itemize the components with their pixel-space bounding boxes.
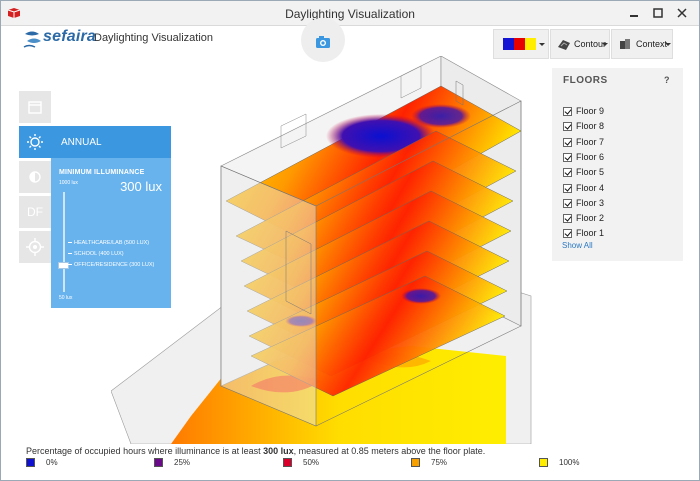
legend-label: 75%	[431, 458, 448, 467]
floor-label: Floor 7	[576, 136, 605, 147]
legend-swatch	[154, 458, 163, 467]
annual-label: ANNUAL	[61, 137, 102, 148]
legend-label: 50%	[303, 458, 320, 467]
target-icon	[26, 238, 44, 256]
preset-school[interactable]: SCHOOL (400 LUX)	[68, 251, 124, 257]
maximize-button[interactable]	[648, 4, 668, 22]
legend-swatch	[411, 458, 420, 467]
chevron-down-icon	[665, 43, 671, 46]
title-bar: Daylighting Visualization	[1, 1, 699, 26]
legend-item: 0%	[26, 457, 106, 469]
contour-icon	[558, 40, 570, 50]
palette-dropdown[interactable]	[493, 29, 549, 59]
floor-label: Floor 6	[576, 151, 605, 162]
half-circle-icon	[29, 171, 41, 183]
floor-label: Floor 5	[576, 167, 605, 178]
floor-label: Floor 8	[576, 121, 605, 132]
maximize-icon	[653, 8, 663, 18]
scale-min-label: 50 lux	[59, 295, 73, 301]
palette-swatch-blue	[503, 38, 514, 50]
tab-target[interactable]	[19, 231, 51, 263]
floor-label: Floor 1	[576, 228, 605, 239]
floor-label: Floor 9	[576, 106, 605, 116]
legend-item: 50%	[283, 457, 363, 469]
legend-swatch	[26, 458, 35, 467]
floor-checkbox[interactable]	[563, 137, 572, 147]
context-dropdown[interactable]: Context	[611, 29, 673, 59]
floor-checkbox[interactable]	[563, 122, 572, 132]
building-visualization[interactable]	[111, 56, 551, 444]
legend-description: Percentage of occupied hours where illum…	[26, 446, 486, 456]
floor-checkbox[interactable]	[563, 168, 572, 178]
min-illuminance-value: 300 lux	[120, 179, 162, 194]
floor-checkbox[interactable]	[563, 229, 572, 239]
window-title: Daylighting Visualization	[285, 7, 415, 21]
tab-contrast[interactable]	[19, 161, 51, 193]
context-label: Context	[636, 39, 668, 49]
legend-label: 100%	[559, 458, 580, 467]
floor-label: Floor 3	[576, 197, 605, 208]
floors-panel: FLOORS ? Floor 9 Floor 8 Floor 7 Floor 6 Flo…	[552, 68, 683, 261]
preset-office[interactable]: OFFICE/RESIDENCE (300 LUX)	[68, 262, 154, 268]
sun-icon	[27, 134, 43, 150]
brand-name: sefaira	[43, 28, 96, 45]
floors-title: FLOORS	[563, 75, 608, 86]
palette-swatch-yellow	[525, 38, 536, 50]
close-button[interactable]	[672, 4, 692, 22]
show-all-link[interactable]: Show All	[562, 241, 593, 250]
legend-label: 0%	[46, 458, 58, 467]
floor-checkbox[interactable]	[563, 214, 572, 224]
floor-label: Floor 4	[576, 182, 605, 193]
tab-annual[interactable]	[19, 126, 51, 158]
tab-daylight-factor[interactable]: DF	[19, 196, 51, 228]
app-window: Daylighting Visualization sefaira Daylig…	[0, 0, 700, 481]
palette-swatch-red	[514, 38, 525, 50]
df-label: DF	[27, 205, 43, 219]
chevron-down-icon	[602, 43, 608, 46]
annual-settings-panel: MINIMUM ILLUMINANCE 300 lux 1000 lux HEA…	[51, 158, 171, 308]
min-illuminance-label: MINIMUM ILLUMINANCE	[59, 169, 145, 176]
minimize-button[interactable]	[624, 4, 644, 22]
close-icon	[677, 8, 687, 18]
floor-label: Floor 2	[576, 213, 605, 224]
floor-checkbox[interactable]	[563, 152, 572, 162]
help-icon[interactable]: ?	[664, 75, 670, 85]
floor-checkbox[interactable]	[563, 198, 572, 208]
minimize-icon	[630, 15, 638, 17]
floor-checkbox[interactable]	[563, 183, 572, 193]
legend-label: 25%	[174, 458, 191, 467]
calendar-icon	[28, 101, 42, 114]
legend-swatch	[539, 458, 548, 467]
legend-item: 25%	[154, 457, 234, 469]
scale-max-label: 1000 lux	[59, 180, 78, 186]
legend-swatch	[283, 458, 292, 467]
floor-checkbox[interactable]	[563, 107, 572, 116]
threshold-value: 300 lux	[263, 446, 294, 456]
tab-calendar[interactable]	[19, 91, 51, 123]
annual-header[interactable]: ANNUAL	[51, 126, 171, 158]
legend-item: 100%	[539, 457, 619, 469]
legend-item: 75%	[411, 457, 491, 469]
context-icon	[620, 39, 630, 49]
preset-healthcare[interactable]: HEALTHCARE/LAB (500 LUX)	[68, 240, 149, 246]
app-subtitle: Daylighting Visualization	[94, 32, 214, 44]
illuminance-slider-track[interactable]	[63, 192, 65, 292]
contour-dropdown[interactable]: Contour	[550, 29, 610, 59]
chevron-down-icon	[539, 43, 545, 46]
